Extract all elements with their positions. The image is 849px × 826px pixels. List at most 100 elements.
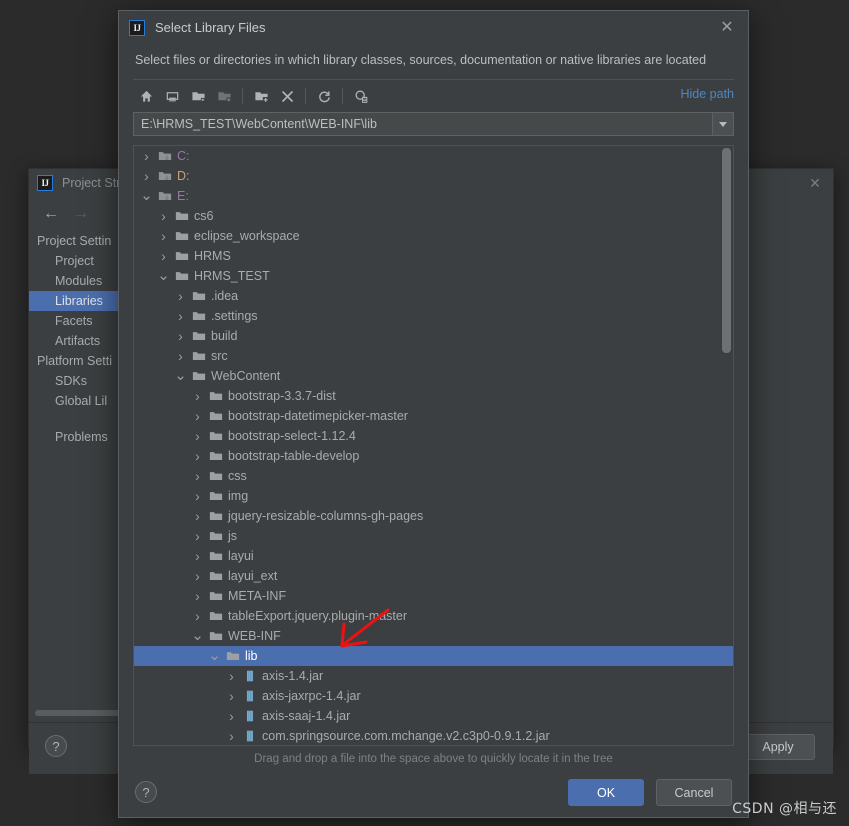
folder-icon — [206, 449, 226, 463]
close-icon[interactable]: ✕ — [718, 19, 736, 37]
sidebar-item-libraries[interactable]: Libraries — [29, 291, 130, 311]
dialog-button-group: OK Cancel — [568, 779, 732, 806]
chevron-down-icon[interactable]: ⌄ — [206, 648, 223, 663]
path-dropdown-button[interactable] — [712, 113, 733, 135]
sidebar-item-problems[interactable]: Problems — [29, 427, 130, 447]
dialog-description: Select files or directories in which lib… — [135, 53, 707, 67]
chevron-right-icon[interactable]: › — [172, 288, 189, 304]
delete-icon[interactable] — [274, 84, 300, 108]
tree-row[interactable]: › META-INF — [134, 586, 733, 606]
chevron-right-icon[interactable]: › — [189, 428, 206, 444]
tree-row[interactable]: › axis-jaxrpc-1.4.jar — [134, 686, 733, 706]
chevron-down-icon[interactable]: ⌄ — [155, 268, 172, 283]
chevron-right-icon[interactable]: › — [155, 248, 172, 264]
project-folder-icon[interactable] — [185, 84, 211, 108]
tree-row[interactable]: › build — [134, 326, 733, 346]
tree-row[interactable]: › eclipse_workspace — [134, 226, 733, 246]
chevron-right-icon[interactable]: › — [138, 148, 155, 164]
help-icon[interactable]: ? — [45, 735, 67, 757]
jar-icon — [240, 729, 260, 743]
chevron-right-icon[interactable]: › — [172, 308, 189, 324]
chevron-right-icon[interactable]: › — [172, 328, 189, 344]
sidebar-item-global-libraries[interactable]: Global Lil — [29, 391, 130, 411]
tree-row[interactable]: › HRMS — [134, 246, 733, 266]
tree-row[interactable]: › .idea — [134, 286, 733, 306]
chevron-right-icon[interactable]: › — [189, 608, 206, 624]
sidebar-horizontal-scrollbar[interactable] — [35, 710, 123, 716]
sidebar-item-project[interactable]: Project — [29, 251, 130, 271]
file-tree[interactable]: › C: › D: ⌄ E: › cs6 › eclipse_workspace › HRMS ⌄ HRM… — [134, 146, 733, 745]
tree-row[interactable]: ⌄ HRMS_TEST — [134, 266, 733, 286]
refresh-icon[interactable] — [311, 84, 337, 108]
chevron-right-icon[interactable]: › — [189, 448, 206, 464]
chevron-right-icon[interactable]: › — [223, 688, 240, 704]
sidebar-item-sdks[interactable]: SDKs — [29, 371, 130, 391]
chevron-right-icon[interactable]: › — [189, 588, 206, 604]
chevron-down-icon[interactable]: ⌄ — [138, 188, 155, 203]
forward-arrow-icon[interactable]: → — [73, 206, 89, 222]
chevron-right-icon[interactable]: › — [189, 528, 206, 544]
chevron-right-icon[interactable]: › — [189, 488, 206, 504]
screen: IJ Project Stru ✕ ← → Project Settin Pro… — [0, 0, 849, 826]
tree-row[interactable]: › src — [134, 346, 733, 366]
hide-path-link[interactable]: Hide path — [680, 87, 734, 101]
tree-row[interactable]: › img — [134, 486, 733, 506]
tree-row[interactable]: › D: — [134, 166, 733, 186]
sidebar-item-modules[interactable]: Modules — [29, 271, 130, 291]
tree-row[interactable]: ⌄ WEB-INF — [134, 626, 733, 646]
path-input[interactable]: E:\HRMS_TEST\WebContent\WEB-INF\lib — [134, 117, 712, 131]
help-icon[interactable]: ? — [135, 781, 157, 803]
tree-row[interactable]: › bootstrap-datetimepicker-master — [134, 406, 733, 426]
chevron-right-icon[interactable]: › — [172, 348, 189, 364]
ok-button[interactable]: OK — [568, 779, 644, 806]
folder-icon — [172, 249, 192, 263]
apply-button[interactable]: Apply — [741, 734, 815, 760]
chevron-right-icon[interactable]: › — [189, 388, 206, 404]
tree-row[interactable]: › bootstrap-table-develop — [134, 446, 733, 466]
path-field[interactable]: E:\HRMS_TEST\WebContent\WEB-INF\lib — [133, 112, 734, 136]
tree-row[interactable]: › bootstrap-3.3.7-dist — [134, 386, 733, 406]
chevron-right-icon[interactable]: › — [223, 668, 240, 684]
tree-row[interactable]: › css — [134, 466, 733, 486]
tree-row[interactable]: › axis-1.4.jar — [134, 666, 733, 686]
sidebar-item-artifacts[interactable]: Artifacts — [29, 331, 130, 351]
tree-row[interactable]: › axis-saaj-1.4.jar — [134, 706, 733, 726]
tree-row[interactable]: ⌄ E: — [134, 186, 733, 206]
tree-row[interactable]: › layui_ext — [134, 566, 733, 586]
tree-row[interactable]: › bootstrap-select-1.12.4 — [134, 426, 733, 446]
chevron-right-icon[interactable]: › — [189, 508, 206, 524]
tree-row[interactable]: › .settings — [134, 306, 733, 326]
module-folder-icon[interactable] — [211, 84, 237, 108]
show-hidden-icon[interactable] — [348, 84, 374, 108]
folder-icon — [206, 529, 226, 543]
cancel-button[interactable]: Cancel — [656, 779, 732, 806]
tree-row[interactable]: › layui — [134, 546, 733, 566]
tree-row[interactable]: › tableExport.jquery.plugin-master — [134, 606, 733, 626]
folder-icon — [206, 389, 226, 403]
tree-row[interactable]: ⌄ WebContent — [134, 366, 733, 386]
tree-row[interactable]: › jquery-resizable-columns-gh-pages — [134, 506, 733, 526]
chevron-right-icon[interactable]: › — [155, 208, 172, 224]
sidebar-item-facets[interactable]: Facets — [29, 311, 130, 331]
chevron-right-icon[interactable]: › — [189, 568, 206, 584]
tree-row[interactable]: ⌄ lib — [134, 646, 733, 666]
new-folder-icon[interactable] — [248, 84, 274, 108]
tree-row[interactable]: › cs6 — [134, 206, 733, 226]
tree-row[interactable]: › js — [134, 526, 733, 546]
chevron-right-icon[interactable]: › — [155, 228, 172, 244]
chevron-down-icon[interactable]: ⌄ — [172, 368, 189, 383]
tree-row[interactable]: › com.springsource.com.mchange.v2.c3p0-0.… — [134, 726, 733, 745]
close-icon[interactable]: ✕ — [807, 175, 823, 191]
back-arrow-icon[interactable]: ← — [43, 206, 59, 222]
chevron-right-icon[interactable]: › — [189, 408, 206, 424]
chevron-right-icon[interactable]: › — [138, 168, 155, 184]
home-icon[interactable] — [133, 84, 159, 108]
tree-vertical-scrollbar[interactable] — [722, 148, 731, 353]
chevron-right-icon[interactable]: › — [189, 468, 206, 484]
tree-row[interactable]: › C: — [134, 146, 733, 166]
chevron-right-icon[interactable]: › — [223, 708, 240, 724]
chevron-right-icon[interactable]: › — [189, 548, 206, 564]
chevron-right-icon[interactable]: › — [223, 728, 240, 744]
desktop-icon[interactable] — [159, 84, 185, 108]
chevron-down-icon[interactable]: ⌄ — [189, 628, 206, 643]
